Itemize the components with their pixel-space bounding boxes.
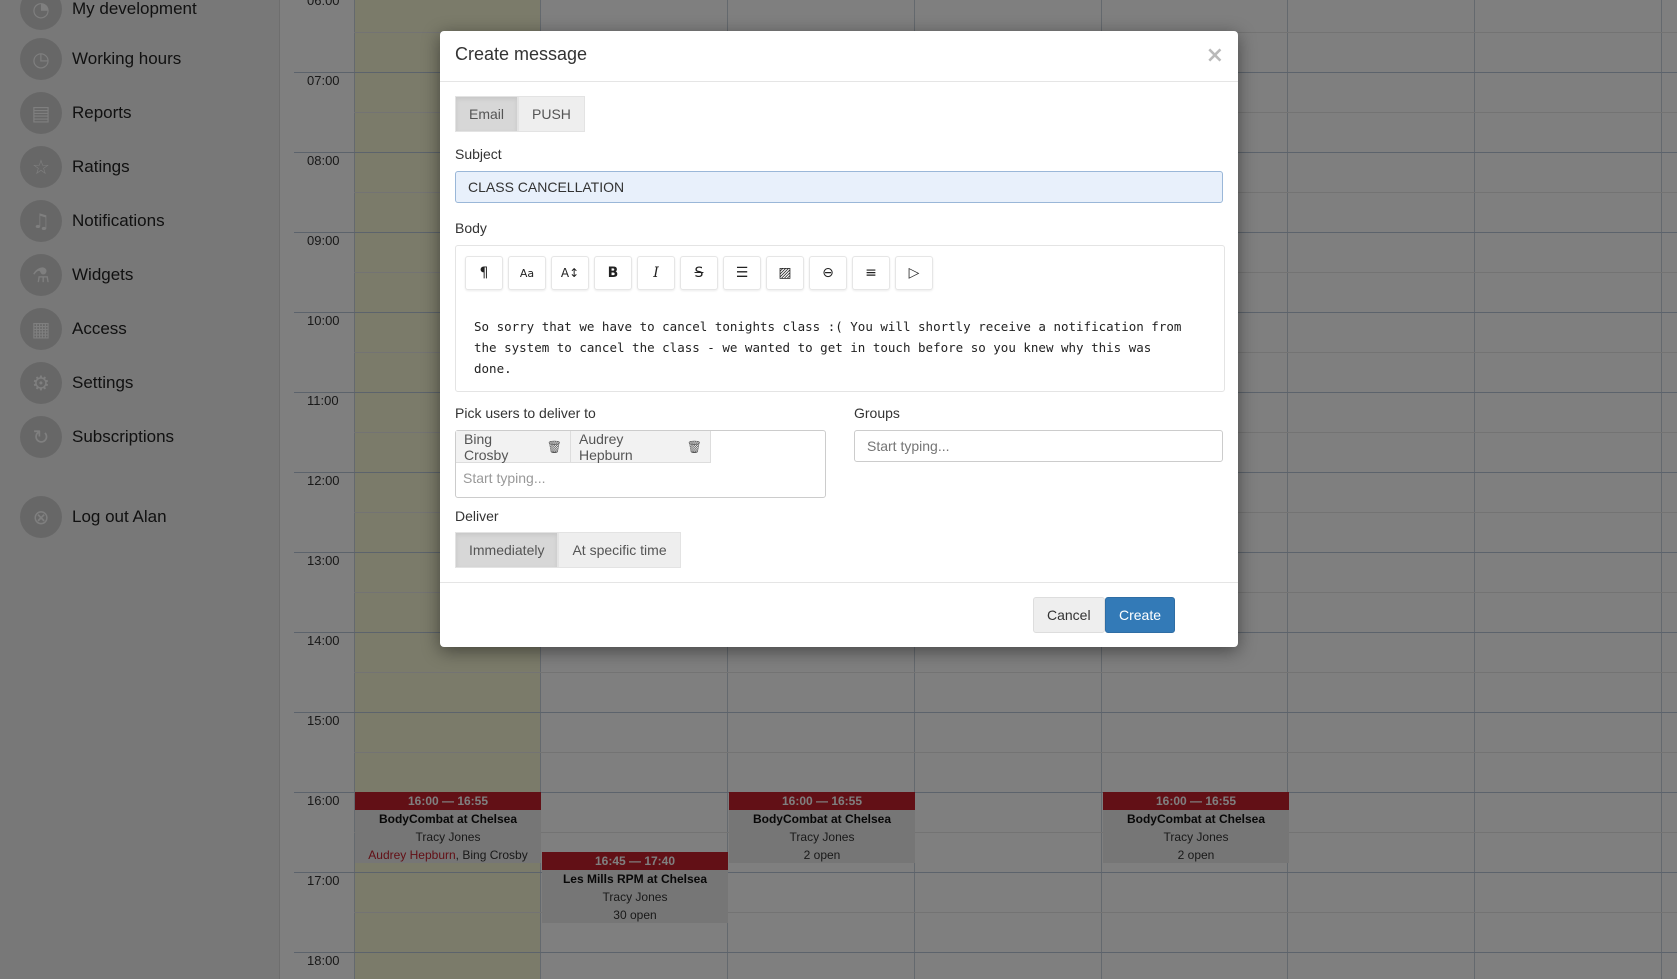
- italic-icon: I: [653, 265, 659, 281]
- image-icon: ▨: [778, 265, 792, 281]
- users-search-input[interactable]: Start typing...: [463, 470, 545, 486]
- strikethrough-button[interactable]: S: [680, 256, 718, 290]
- trash-icon[interactable]: 🗑: [547, 440, 562, 454]
- line-height-button[interactable]: A↕: [551, 256, 589, 290]
- groups-label: Groups: [854, 405, 900, 421]
- subject-label: Subject: [455, 146, 502, 162]
- tab-email[interactable]: Email: [455, 96, 519, 132]
- tab-push[interactable]: PUSH: [518, 96, 585, 132]
- deliver-at-specific-time[interactable]: At specific time: [558, 532, 681, 568]
- deliver-options: Immediately At specific time: [455, 532, 681, 568]
- users-picker[interactable]: Bing Crosby 🗑 Audrey Hepburn 🗑 Start typ…: [455, 430, 826, 498]
- body-text[interactable]: So sorry that we have to cancel tonights…: [474, 316, 1194, 379]
- image-button[interactable]: ▨: [766, 256, 804, 290]
- user-chip: Bing Crosby 🗑: [456, 431, 571, 463]
- font-size-icon: Aa: [519, 266, 535, 280]
- paragraph-icon: ¶: [479, 265, 489, 281]
- channel-tabs: Email PUSH: [455, 96, 585, 132]
- editor-toolbar: ¶ Aa A↕ B I S ☰ ▨ ⊖ ≡ ▷: [465, 256, 938, 290]
- video-icon: ▷: [908, 265, 920, 281]
- deliver-immediately[interactable]: Immediately: [455, 532, 559, 568]
- list-button[interactable]: ☰: [723, 256, 761, 290]
- create-message-modal: Create message × Email PUSH Subject Body…: [440, 31, 1238, 647]
- trash-icon[interactable]: 🗑: [687, 440, 702, 454]
- link-icon: ⊖: [822, 265, 834, 281]
- user-chip-label: Audrey Hepburn: [579, 430, 633, 463]
- list-icon: ☰: [735, 265, 749, 281]
- align-button[interactable]: ≡: [852, 256, 890, 290]
- font-size-button[interactable]: Aa: [508, 256, 546, 290]
- paragraph-button[interactable]: ¶: [465, 256, 503, 290]
- close-icon[interactable]: ×: [1206, 43, 1224, 68]
- bold-icon: B: [607, 265, 619, 281]
- italic-button[interactable]: I: [637, 256, 675, 290]
- create-button[interactable]: Create: [1105, 597, 1176, 633]
- modal-title: Create message: [455, 44, 588, 64]
- user-chip-label: Bing Crosby: [464, 430, 509, 463]
- bold-button[interactable]: B: [594, 256, 632, 290]
- modal-footer: Cancel Create: [440, 582, 1238, 648]
- subject-input[interactable]: [455, 171, 1223, 203]
- video-button[interactable]: ▷: [895, 256, 933, 290]
- body-label: Body: [455, 220, 487, 236]
- users-label: Pick users to deliver to: [455, 405, 596, 421]
- strikethrough-icon: S: [694, 265, 704, 281]
- link-button[interactable]: ⊖: [809, 256, 847, 290]
- deliver-label: Deliver: [455, 508, 499, 524]
- groups-input[interactable]: [854, 430, 1223, 462]
- cancel-button[interactable]: Cancel: [1033, 597, 1105, 633]
- body-editor[interactable]: ¶ Aa A↕ B I S ☰ ▨ ⊖ ≡ ▷ So sorry that we…: [455, 245, 1225, 392]
- modal-header: Create message ×: [440, 31, 1238, 82]
- align-left-icon: ≡: [865, 265, 877, 281]
- line-height-icon: A↕: [560, 266, 580, 280]
- user-chip: Audrey Hepburn 🗑: [571, 431, 711, 463]
